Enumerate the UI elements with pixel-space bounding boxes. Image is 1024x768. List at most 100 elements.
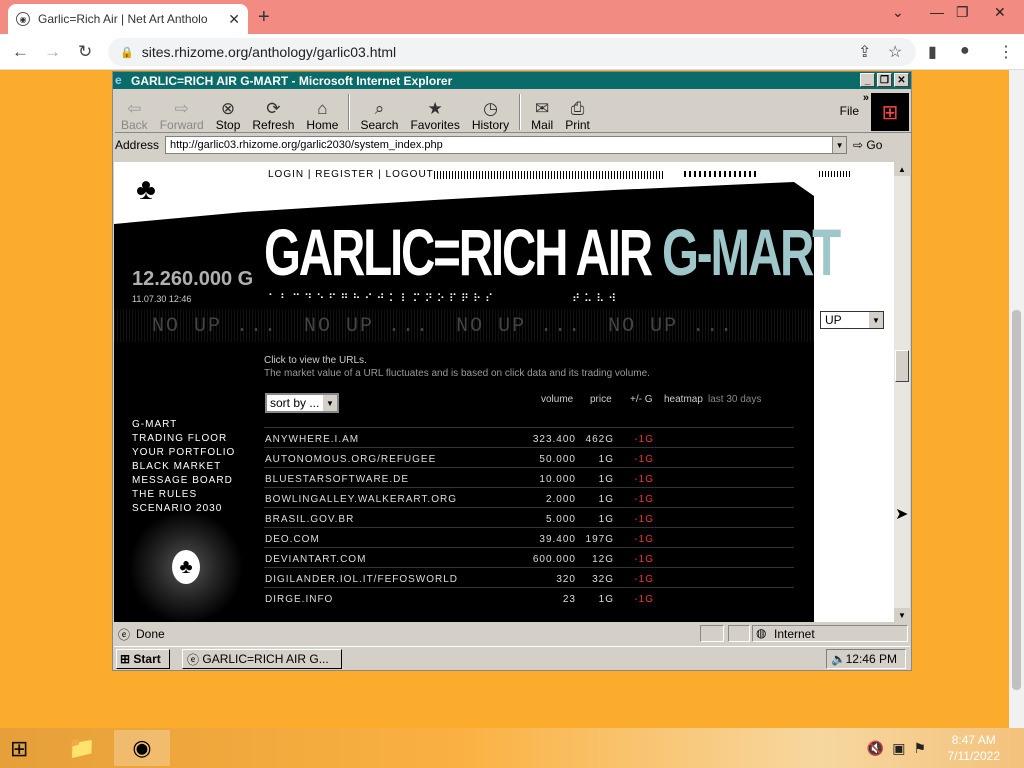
barcode-decoration [684,171,756,177]
file-menu[interactable]: File [840,104,859,118]
table-row[interactable]: DEO.COM 39.400 197G -1G [264,527,794,547]
close-tab-icon[interactable]: ✕ [228,11,240,28]
ie-minimize-icon[interactable]: _ [860,73,875,87]
start-button[interactable]: ⊞ Start [116,649,170,669]
nav-item-black-market[interactable]: BLACK MARKET [132,460,235,474]
ie-close-icon[interactable]: ✕ [894,73,909,87]
new-tab-button[interactable]: + [258,6,270,29]
table-row[interactable]: ANYWHERE.I.AM 323.400 462G -1G [264,427,794,447]
chevron-down-icon[interactable]: ⌄ [892,4,904,21]
browser-tab[interactable]: ◉ Garlic=Rich Air | Net Art Antholo ✕ [8,4,248,34]
intro-text: Click to view the URLs. The market value… [264,354,650,380]
globe-icon: ◉ [16,12,30,26]
ie-restore-icon[interactable]: ❐ [877,73,892,87]
forward-button[interactable]: ⇨ Forward [154,92,210,133]
back-arrow-icon[interactable]: ← [12,42,29,62]
sort-select[interactable]: sort by ... ▼ [265,393,339,413]
menu-icon[interactable]: ⋮ [998,42,1014,62]
sidepanel-icon[interactable]: ▮ [928,42,937,62]
ticker-item: NO UP ... [304,314,431,338]
reload-icon[interactable]: ↻ [78,42,92,62]
address-url: http://garlic03.rhizome.org/garlic2030/s… [170,139,443,151]
chrome-icon[interactable]: ◉ [114,730,170,766]
nav-item-gmart[interactable]: G-MART [132,418,235,432]
toolbar-divider [348,94,351,130]
ticker-select[interactable]: UP ▼ [820,311,884,329]
restore-icon[interactable]: ❐ [956,4,969,21]
nav-item-portfolio[interactable]: YOUR PORTFOLIO [132,446,235,460]
braille-decoration: ⠁⠃⠉⠙⠑⠋⠛⠓⠊⠚⠅⠇⠍⠝⠕⠏⠟⠗⠎ [268,293,498,305]
braille-decoration: ⠞⠥⠧⠺ [572,293,621,305]
scroll-up-icon[interactable]: ▲ [894,162,910,176]
scrollbar-thumb[interactable] [895,350,909,382]
table-row[interactable]: DIRGE.INFO 23 1G -1G [264,587,794,607]
forward-arrow-icon[interactable]: → [44,42,61,62]
scroll-down-icon[interactable]: ▼ [894,608,910,622]
ie-window-title: GARLIC=RICH AIR G-MART - Microsoft Inter… [131,73,453,88]
nav-item-message-board[interactable]: MESSAGE BOARD [132,474,235,488]
speaker-icon[interactable]: 🔈 [831,652,846,666]
garlic-logo-icon[interactable]: ♣ [128,170,164,210]
site-banner: GARLIC=RICH AIR G-MART [264,214,841,290]
column-header-price[interactable]: price [590,394,612,405]
page-scrollbar[interactable] [1009,70,1024,730]
go-button[interactable]: ⇨ Go [853,138,882,152]
column-header-change[interactable]: +/- G [630,394,653,405]
system-tray-icons: 🔇▣⚑ [867,740,934,757]
table-row[interactable]: BRASIL.GOV.BR 5.000 1G -1G [264,507,794,527]
nav-item-trading-floor[interactable]: TRADING FLOOR [132,432,235,446]
dropdown-arrow-icon[interactable]: ▼ [832,137,847,153]
content-scrollbar[interactable]: ▲ ▼ [894,162,910,622]
mouse-cursor-icon: ➤ [895,506,909,523]
table-row[interactable]: BLUESTARSOFTWARE.DE 10.000 1G -1G [264,467,794,487]
timestamp: 11.07.30 12:46 [132,294,192,304]
flag-icon[interactable]: ⚑ [913,740,934,756]
ticker-item: NO UP ... [152,314,279,338]
stop-icon: ⊗ [220,99,236,118]
web-content: ♣ LOGIN | REGISTER | LOGOUT GARLIC=RICH … [114,162,910,622]
table-row[interactable]: BOWLINGALLEY.WALKERART.ORG 2.000 1G -1G [264,487,794,507]
account-links[interactable]: LOGIN | REGISTER | LOGOUT [268,169,434,180]
home-button[interactable]: ⌂ Home [300,92,344,133]
url-text: sites.rhizome.org/anthology/garlic03.htm… [141,44,397,60]
file-explorer-icon[interactable]: 📁 [54,730,110,766]
windows-logo-icon: ⊞ [871,93,909,131]
dropdown-arrow-icon: ▼ [869,312,883,328]
nav-item-rules[interactable]: THE RULES [132,488,235,502]
url-bar[interactable]: 🔒 sites.rhizome.org/anthology/garlic03.h… [108,38,916,66]
table-row[interactable]: DIGILANDER.IOL.IT/FEFOSWORLD 320 32G -1G [264,567,794,587]
mute-icon[interactable]: 🔇 [867,740,892,756]
tray-clock: 12:46 PM [845,652,897,666]
table-row[interactable]: AUTONOMOUS.ORG/REFUGEE 50.000 1G -1G [264,447,794,467]
star-icon[interactable]: ☆ [888,42,902,62]
profile-icon[interactable]: ● [960,42,970,60]
refresh-button[interactable]: ⟳ Refresh [246,92,300,133]
chevron-more-icon[interactable]: » [863,92,869,104]
side-nav: G-MART TRADING FLOOR YOUR PORTFOLIO BLAC… [132,418,235,516]
ie-toolbar: ⇦ Back ⇨ Forward ⊗ Stop ⟳ Refresh ⌂ Home ⌕ Sea… [115,91,911,133]
search-icon: ⌕ [374,99,385,118]
network-icon[interactable]: ▣ [892,740,913,756]
favorites-button[interactable]: ★ Favorites [404,92,465,133]
print-icon: ⎙ [570,99,585,118]
table-row[interactable]: DEVIANTART.COM 600.000 12G -1G [264,547,794,567]
windows-taskbar: ⊞ 📁 ◉ 🔇▣⚑ 8:47 AM 7/11/2022 [0,728,1024,768]
close-window-icon[interactable]: ✕ [994,4,1006,21]
search-button[interactable]: ⌕ Search [354,92,404,133]
minimize-icon[interactable]: — [930,4,944,20]
history-button[interactable]: ◷ History [466,92,515,133]
address-input[interactable]: http://garlic03.rhizome.org/garlic2030/s… [165,136,848,154]
system-clock[interactable]: 8:47 AM 7/11/2022 [948,732,1001,764]
browser-toolbar: ← → ↻ 🔒 sites.rhizome.org/anthology/garl… [0,34,1024,70]
taskbar-item-ie[interactable]: ⓔ GARLIC=RICH AIR G... [182,649,342,669]
back-button[interactable]: ⇦ Back [115,92,154,133]
mail-icon: ✉ [535,99,550,118]
share-icon[interactable]: ⇪ [858,42,871,62]
scrollbar-thumb[interactable] [1012,310,1021,690]
windows-start-icon[interactable]: ⊞ [10,736,28,762]
print-button[interactable]: ⎙ Print [559,92,596,133]
mail-button[interactable]: ✉ Mail [525,92,559,133]
stop-button[interactable]: ⊗ Stop [210,92,247,133]
tab-title: Garlic=Rich Air | Net Art Antholo [38,12,208,26]
column-header-volume[interactable]: volume [541,394,573,405]
